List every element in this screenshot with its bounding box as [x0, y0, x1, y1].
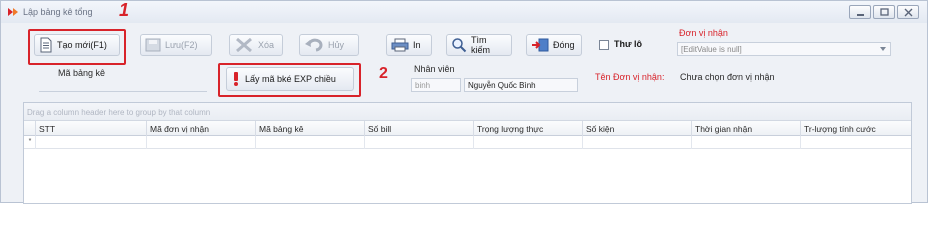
column-header[interactable]: Thời gian nhận	[692, 121, 801, 136]
grid-header-row: STT Mã đơn vị nhận Mã bảng kê Số bill Tr…	[24, 121, 911, 136]
receiver-unit-label: Đơn vị nhận	[679, 28, 728, 38]
fetch-exp-list-label: Lấy mã bké EXP chiều	[245, 74, 336, 84]
new-document-icon	[40, 37, 52, 53]
group-by-hint: Drag a column header here to group by th…	[27, 108, 211, 117]
column-header[interactable]: Trọng lượng thực	[474, 121, 583, 136]
receiver-unit-value: [EditValue is null]	[681, 45, 742, 54]
minimize-button[interactable]	[849, 5, 871, 19]
employee-name-field[interactable]: Nguyễn Quốc Bình	[464, 78, 578, 92]
employee-label: Nhân viên	[414, 64, 455, 74]
list-code-input[interactable]	[39, 78, 207, 92]
data-grid: Drag a column header here to group by th…	[23, 102, 912, 204]
grid-cell[interactable]	[365, 136, 474, 149]
receiver-name-label: Tên Đơn vị nhận:	[595, 72, 665, 82]
exclamation-icon	[234, 72, 238, 86]
grid-cell[interactable]	[474, 136, 583, 149]
maximize-icon	[880, 8, 889, 16]
chevron-down-icon	[880, 47, 886, 51]
save-button[interactable]: Lưu(F2)	[140, 34, 212, 56]
grid-cell[interactable]	[692, 136, 801, 149]
grid-cell[interactable]	[256, 136, 365, 149]
column-header[interactable]: Số kiện	[583, 121, 692, 136]
employee-code-field[interactable]: binh	[411, 78, 461, 92]
maximize-button[interactable]	[873, 5, 895, 19]
column-header[interactable]: Mã đơn vị nhận	[147, 121, 256, 136]
undo-icon	[305, 38, 323, 52]
annotation-mark-1: 1	[119, 0, 130, 20]
delete-button-label: Xóa	[258, 40, 275, 50]
list-code-label: Mã bảng kê	[58, 68, 106, 78]
cancel-button[interactable]: Hủy	[299, 34, 359, 56]
print-button[interactable]: In	[386, 34, 432, 56]
new-item-row[interactable]: *	[24, 136, 911, 149]
grid-cell[interactable]	[583, 136, 692, 149]
receiver-name-value: Chưa chọn đơn vị nhận	[680, 72, 775, 82]
new-button[interactable]: Tạo mới(F1)	[34, 34, 120, 56]
print-button-label: In	[413, 40, 421, 50]
search-icon	[452, 38, 467, 53]
printer-icon	[391, 38, 409, 52]
window-title: Lập bảng kê tổng	[23, 7, 93, 17]
row-indicator-header	[24, 121, 36, 136]
column-header[interactable]: Mã bảng kê	[256, 121, 365, 136]
minimize-icon	[857, 14, 864, 16]
close-button-label: Đóng	[553, 40, 575, 50]
close-icon	[904, 8, 913, 17]
annotation-mark-2: 2	[379, 65, 388, 82]
title-bar: Lập bảng kê tổng	[1, 1, 927, 23]
fetch-exp-list-button[interactable]: Lấy mã bké EXP chiều	[226, 67, 354, 91]
column-header[interactable]: Số bill	[365, 121, 474, 136]
app-window: Lập bảng kê tổng 1 Tạo mới(F1) Lưu(F2) X…	[0, 0, 928, 204]
app-logo-icon	[7, 6, 19, 18]
window-controls	[849, 5, 919, 19]
search-button-label: Tìm kiếm	[471, 35, 491, 55]
cancel-button-label: Hủy	[328, 40, 345, 50]
save-icon	[145, 38, 161, 52]
close-button[interactable]: Đóng	[526, 34, 582, 56]
delete-button[interactable]: Xóa	[229, 34, 283, 56]
group-by-panel[interactable]: Drag a column header here to group by th…	[24, 103, 911, 121]
search-button[interactable]: Tìm kiếm	[446, 34, 512, 56]
close-window-button[interactable]	[897, 5, 919, 19]
column-header[interactable]: Tr-lượng tính cước	[801, 121, 911, 136]
exit-door-icon	[532, 38, 549, 52]
grid-cell[interactable]	[147, 136, 256, 149]
grid-cell[interactable]	[36, 136, 147, 149]
letter-checkbox-label: Thư lô	[614, 39, 643, 49]
letter-checkbox[interactable]	[599, 40, 609, 50]
receiver-unit-select[interactable]: [EditValue is null]	[677, 42, 891, 56]
grid-cell	[24, 136, 36, 149]
column-header[interactable]: STT	[36, 121, 147, 136]
new-button-label: Tạo mới(F1)	[57, 40, 107, 50]
delete-x-icon	[236, 38, 252, 52]
save-button-label: Lưu(F2)	[165, 40, 198, 50]
